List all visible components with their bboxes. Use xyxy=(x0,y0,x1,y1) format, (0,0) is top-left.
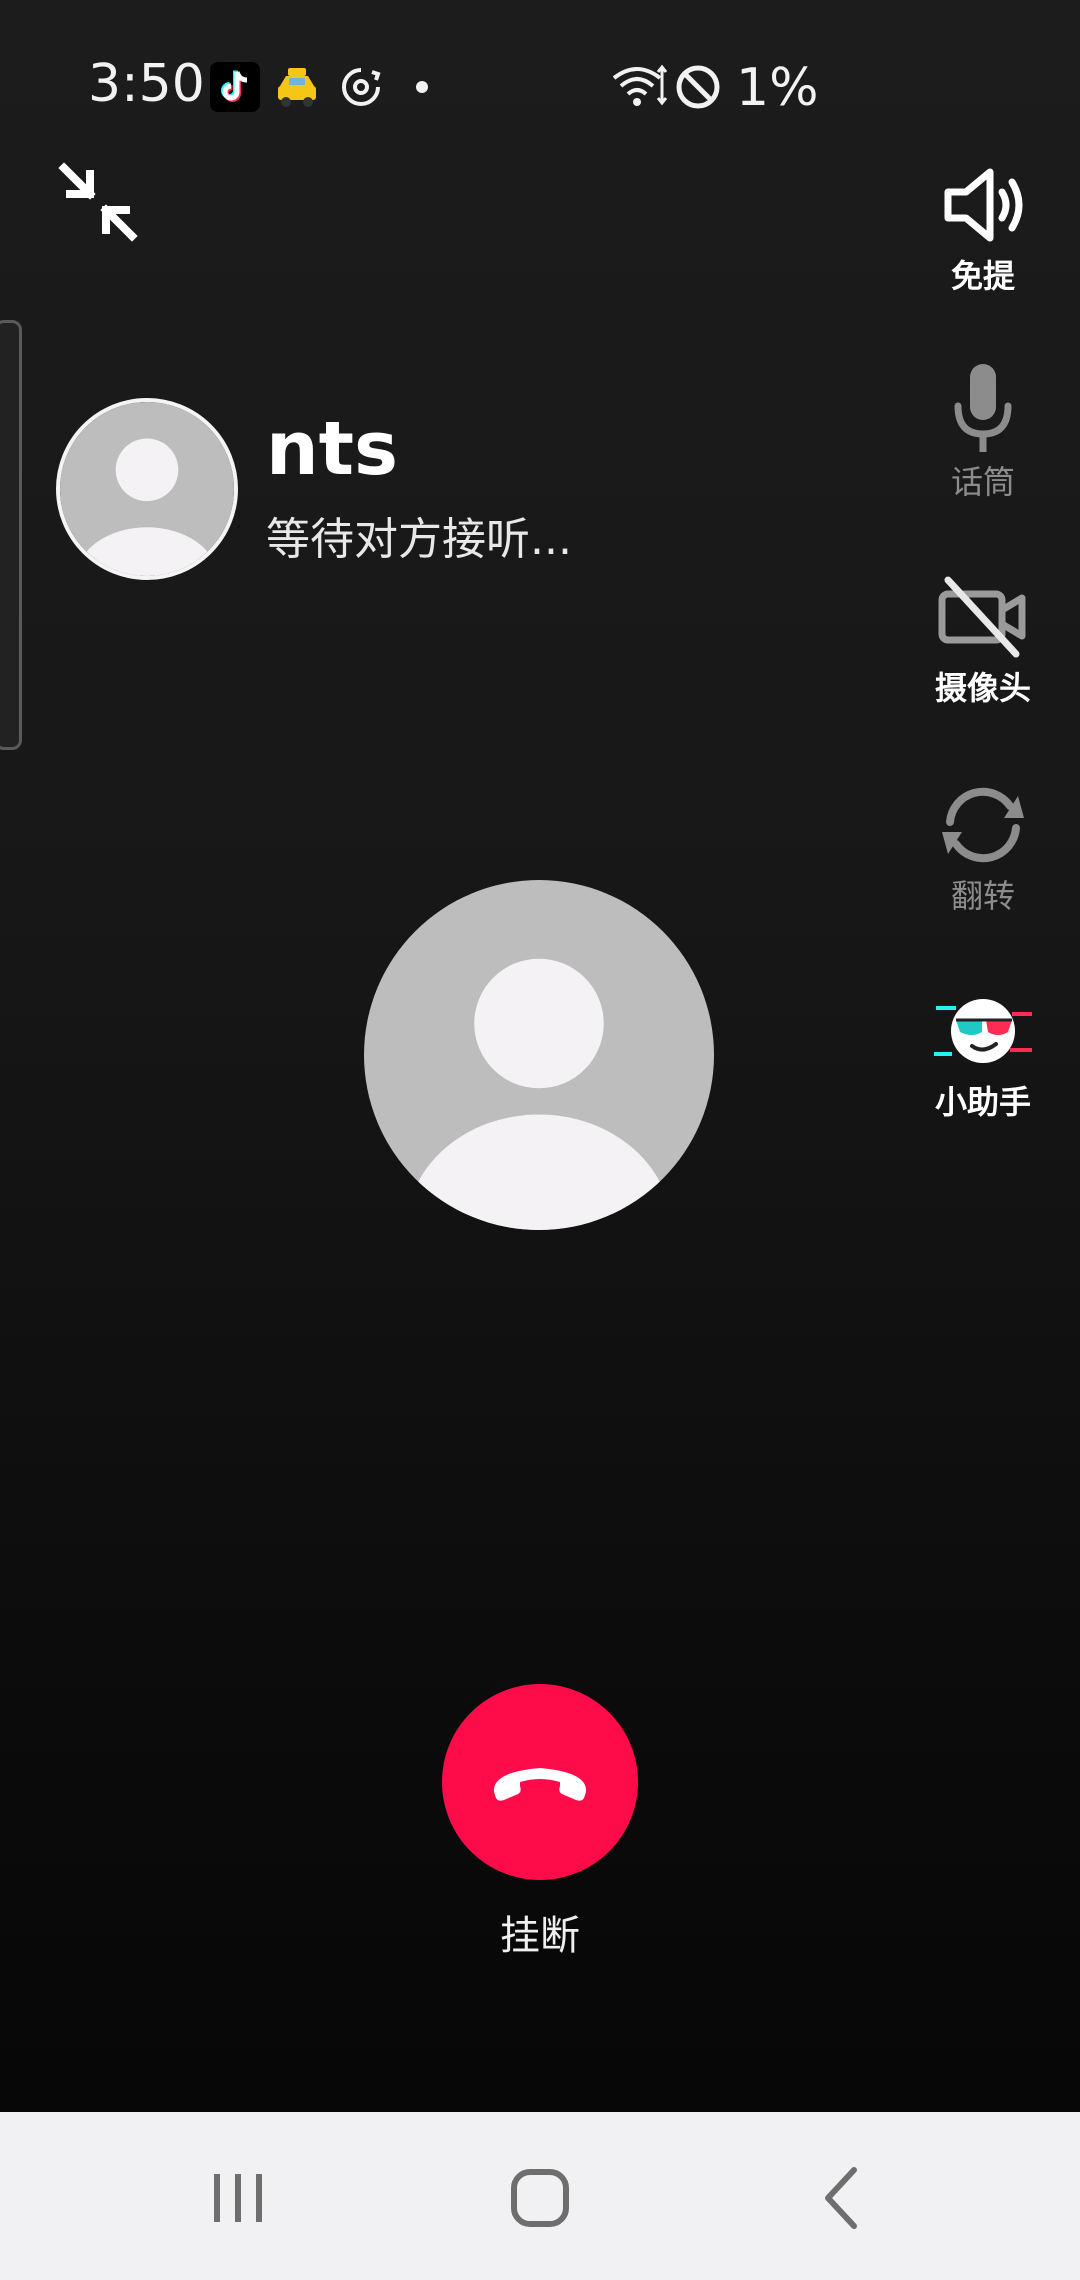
back-button[interactable] xyxy=(782,2148,902,2248)
remote-avatar xyxy=(364,880,714,1230)
speaker-label: 免提 xyxy=(950,257,1015,295)
navigation-bar xyxy=(0,2112,1080,2280)
minimize-call-button[interactable] xyxy=(56,160,140,244)
call-status: 等待对方接听... xyxy=(266,514,572,565)
recent-apps-button[interactable] xyxy=(178,2148,298,2248)
sync-icon xyxy=(342,68,381,106)
assistant-mascot-icon xyxy=(934,999,1032,1063)
battery-level: 1% xyxy=(736,58,819,118)
camera-button[interactable]: 摄像头 xyxy=(918,562,1048,704)
wifi-icon xyxy=(612,64,668,106)
avatar-placeholder-icon xyxy=(60,402,234,576)
call-screen: 3:50 1% nts 等待对方接听... 免提 话筒 摄像头 翻转 小助手 挂… xyxy=(0,0,1080,2280)
dot-icon xyxy=(416,81,428,93)
side-panel-handle[interactable] xyxy=(0,320,22,750)
mic-label: 话筒 xyxy=(950,463,1015,501)
tiktok-icon xyxy=(210,62,260,112)
assistant-label: 小助手 xyxy=(934,1083,1031,1121)
camera-label: 摄像头 xyxy=(934,669,1031,707)
camera-off-icon xyxy=(938,576,1026,658)
speaker-button[interactable]: 免提 xyxy=(918,150,1048,292)
flip-camera-icon xyxy=(942,787,1024,863)
hangup-button[interactable] xyxy=(442,1684,638,1880)
flip-camera-button[interactable]: 翻转 xyxy=(918,770,1048,912)
speaker-icon xyxy=(944,168,1023,242)
mic-button[interactable]: 话筒 xyxy=(918,356,1048,498)
assistant-button[interactable]: 小助手 xyxy=(918,976,1048,1118)
caller-name: nts xyxy=(266,406,399,492)
avatar-placeholder-icon xyxy=(364,880,714,1230)
taxi-icon xyxy=(278,68,316,107)
microphone-icon xyxy=(954,364,1012,452)
status-time: 3:50 xyxy=(88,54,205,114)
hangup-label: 挂断 xyxy=(500,1913,580,1959)
do-not-disturb-icon xyxy=(676,65,720,109)
home-button[interactable] xyxy=(480,2148,600,2248)
hangup-phone-icon xyxy=(493,1768,587,1801)
flip-label: 翻转 xyxy=(950,877,1015,915)
caller-avatar xyxy=(56,398,238,580)
